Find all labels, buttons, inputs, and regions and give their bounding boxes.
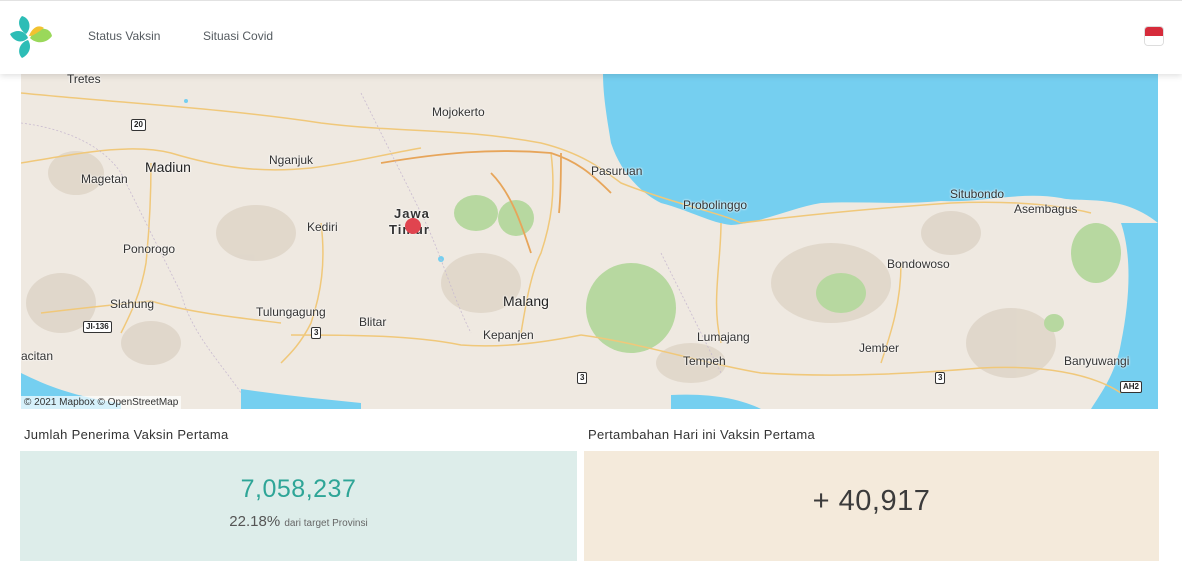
map-label-slahung: Slahung: [110, 297, 155, 311]
first-dose-total-card: 7,058,237 22.18% dari target Provinsi: [20, 451, 577, 561]
road-shield: AH2: [1120, 381, 1143, 393]
map-label-mojokerto: Mojokerto: [432, 105, 485, 119]
nav-situasi-covid[interactable]: Situasi Covid: [203, 29, 273, 43]
road-shield: JI-136: [83, 321, 112, 333]
map-label-madiun: Madiun: [145, 159, 191, 175]
map-label-bondowoso: Bondowoso: [887, 257, 950, 271]
location-marker[interactable]: [405, 218, 421, 234]
map-label-pacitan: acitan: [21, 349, 54, 363]
map-label-banyuwangi: Banyuwangi: [1064, 354, 1130, 368]
first-dose-total-title: Jumlah Penerima Vaksin Pertama: [24, 427, 229, 442]
road-shield: 3: [311, 327, 322, 339]
map-label-malang: Malang: [503, 293, 549, 309]
map-label-probolinggo: Probolinggo: [683, 198, 748, 212]
first-dose-percent: 22.18%: [229, 513, 281, 530]
road-shield: 3: [577, 372, 588, 384]
map-label-kepanjen: Kepanjen: [483, 328, 534, 342]
first-dose-target-note: dari target Provinsi: [284, 518, 368, 529]
map-attribution[interactable]: © 2021 Mapbox © OpenStreetMap: [21, 396, 182, 409]
vaccination-map[interactable]: Tretes Mojokerto Madiun Nganjuk Magetan …: [21, 73, 1158, 409]
map-label-blitar: Blitar: [359, 315, 387, 329]
map-label-kediri: Kediri: [307, 220, 338, 234]
road-shield: 20: [131, 119, 146, 131]
first-dose-target-line: 22.18% dari target Provinsi: [20, 513, 577, 530]
map-label-magetan: Magetan: [81, 172, 128, 186]
top-navbar: Status Vaksin Situasi Covid: [0, 0, 1182, 74]
road-shield: 3: [935, 372, 946, 384]
map-label-jember: Jember: [859, 341, 900, 355]
first-dose-daily-card: + 40,917: [584, 451, 1159, 561]
map-basemap: [21, 73, 1158, 409]
first-dose-total-value: 7,058,237: [240, 475, 357, 503]
map-label-lumajang: Lumajang: [697, 330, 750, 344]
map-label-tretes: Tretes: [67, 73, 101, 86]
map-label-ponorogo: Ponorogo: [123, 242, 176, 256]
kemenkes-logo[interactable]: [8, 14, 54, 60]
map-label-tempeh: Tempeh: [683, 354, 726, 368]
first-dose-daily-title: Pertambahan Hari ini Vaksin Pertama: [588, 427, 816, 442]
nav-status-vaksin[interactable]: Status Vaksin: [88, 29, 160, 43]
first-dose-daily-value: + 40,917: [812, 485, 931, 517]
map-label-situbondo: Situbondo: [950, 187, 1005, 201]
indonesia-flag-icon[interactable]: [1145, 27, 1163, 45]
map-label-tulungagung: Tulungagung: [256, 305, 326, 319]
map-label-nganjuk: Nganjuk: [269, 153, 314, 167]
map-label-pasuruan: Pasuruan: [591, 164, 643, 178]
map-label-asembagus: Asembagus: [1014, 202, 1078, 216]
